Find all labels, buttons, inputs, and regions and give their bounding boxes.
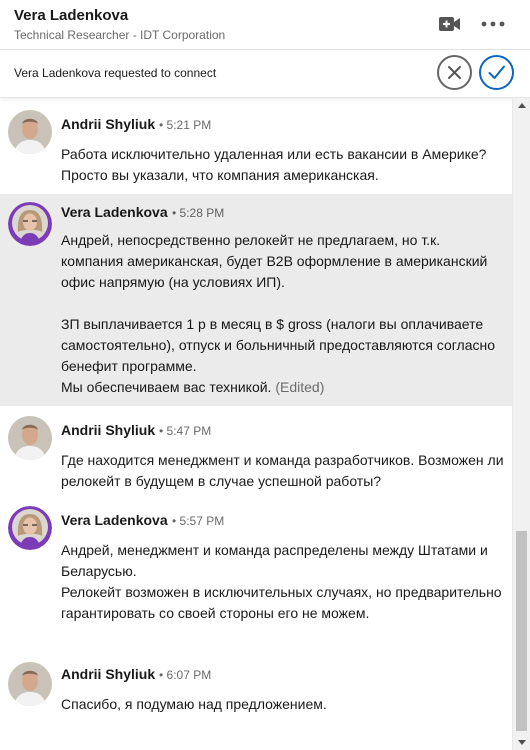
message-body: Где находится менеджмент и команда разра… — [61, 450, 506, 492]
sender-name[interactable]: Andrii Shyliuk — [61, 116, 155, 132]
sender-name[interactable]: Vera Ladenkova — [61, 512, 168, 528]
message-time: • 5:28 PM — [172, 206, 225, 220]
sender-name[interactable]: Andrii Shyliuk — [61, 666, 155, 682]
message-thread: Andrii Shyliuk • 5:21 PM Работа исключит… — [0, 98, 512, 750]
sender-name[interactable]: Vera Ladenkova — [61, 204, 168, 220]
avatar-andrii[interactable] — [8, 110, 52, 154]
accept-request-button[interactable] — [479, 55, 514, 90]
contact-name[interactable]: Vera Ladenkova — [14, 7, 128, 24]
profile-photo-andrii — [8, 662, 52, 706]
message-body: Работа исключительно удаленная или есть … — [61, 144, 506, 186]
conversation-header: Vera Ladenkova Technical Researcher - ID… — [0, 0, 530, 50]
request-sender-name[interactable]: Vera Ladenkova — [14, 66, 101, 80]
message-body: Андрей, менеджмент и команда распределен… — [61, 540, 506, 624]
message-body: Спасибо, я подумаю над предложением. — [61, 694, 506, 715]
scroll-up-arrow-icon — [518, 103, 526, 108]
decline-request-button[interactable] — [437, 55, 472, 90]
message-time: • 5:21 PM — [159, 118, 212, 132]
message-group: Andrii Shyliuk • 6:07 PM Спасибо, я поду… — [0, 654, 512, 750]
message-group: Andrii Shyliuk • 5:47 PM Где находится м… — [0, 406, 512, 498]
message-group: Andrii Shyliuk • 5:21 PM Работа исключит… — [0, 98, 512, 194]
avatar-vera[interactable] — [8, 202, 52, 246]
more-options-icon — [481, 21, 505, 27]
scroll-up-button[interactable] — [513, 98, 530, 114]
video-call-button[interactable] — [438, 12, 462, 36]
connection-request-bar: Vera Ladenkova requested to connect — [0, 50, 530, 98]
contact-headline: Technical Researcher - IDT Corporation — [14, 28, 226, 42]
message-time: • 6:07 PM — [159, 668, 212, 682]
scroll-thumb[interactable] — [516, 531, 527, 731]
message-text: Андрей, менеджмент и команда распределен… — [61, 542, 502, 621]
message-group-highlighted: Vera Ladenkova • 5:28 PM Андрей, непосре… — [0, 194, 512, 406]
avatar-andrii[interactable] — [8, 662, 52, 706]
edited-label: (Edited) — [271, 379, 325, 395]
message-group: Vera Ladenkova • 5:57 PM Андрей, менеджм… — [0, 498, 512, 654]
scroll-down-button[interactable] — [513, 734, 530, 750]
profile-photo-andrii — [8, 416, 52, 460]
close-icon — [448, 66, 461, 79]
request-label: requested to connect — [100, 66, 217, 80]
message-text: Работа исключительно удаленная или есть … — [61, 146, 487, 183]
message-body: Андрей, непосредственно релокейт не пред… — [61, 230, 506, 398]
message-time: • 5:57 PM — [172, 514, 225, 528]
more-options-button[interactable] — [479, 12, 507, 36]
message-time: • 5:47 PM — [159, 424, 212, 438]
message-text: Спасибо, я подумаю над предложением. — [61, 696, 327, 712]
connection-request-text: Vera Ladenkova requested to connect — [14, 66, 216, 80]
message-text: Андрей, непосредственно релокейт не пред… — [61, 232, 496, 395]
profile-photo-andrii — [8, 110, 52, 154]
checkmark-icon — [488, 65, 505, 79]
message-text: Где находится менеджмент и команда разра… — [61, 452, 504, 489]
sender-name[interactable]: Andrii Shyliuk — [61, 422, 155, 438]
scroll-down-arrow-icon — [518, 740, 526, 745]
thread-scrollbar[interactable] — [512, 98, 530, 750]
video-call-icon — [439, 17, 460, 31]
profile-photo-vera — [8, 506, 52, 550]
profile-photo-vera — [8, 202, 52, 246]
avatar-andrii[interactable] — [8, 416, 52, 460]
avatar-vera[interactable] — [8, 506, 52, 550]
